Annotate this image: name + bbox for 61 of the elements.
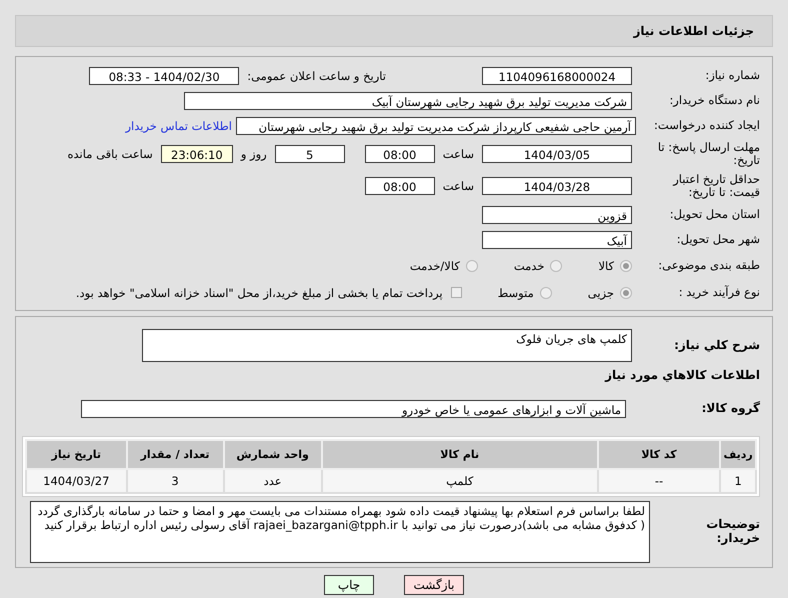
days-label: روز و — [240, 147, 267, 161]
deadline-time-field: 08:00 — [364, 145, 435, 163]
column-header: نام کالا — [322, 440, 598, 469]
radio-label: متوسط — [498, 286, 534, 300]
radio-label: کالا — [598, 258, 614, 272]
field-label: گروه کالا: — [700, 402, 760, 416]
price-validity-time-field: 08:00 — [364, 177, 435, 195]
column-header: واحد شمارش — [224, 440, 322, 469]
back-button[interactable]: بازگشت — [404, 575, 464, 595]
radio-button[interactable] — [620, 260, 632, 272]
field-label: شهر محل تحویل: — [676, 232, 760, 246]
column-header: تعداد / مقدار — [126, 440, 224, 469]
field-label: طبقه بندی موضوعی: — [657, 258, 760, 272]
radio-button[interactable] — [620, 286, 632, 298]
field-label: توضیحات خریدار: — [705, 518, 760, 546]
column-header: تاریخ نیاز — [26, 440, 127, 469]
days-field: 5 — [274, 145, 345, 163]
treasury-label: پرداخت تمام یا بخشی از مبلغ خرید،از محل "اسناد خزانه اسلامی" خواهد بود. — [76, 286, 443, 300]
field-label: شرح کلي نياز: — [673, 338, 760, 352]
table-cell: -- — [598, 469, 720, 493]
radio-label: خدمت — [514, 258, 544, 272]
time-label: ساعت — [442, 179, 474, 193]
radio-button[interactable] — [466, 260, 478, 272]
deadline-date-field: 1404/03/05 — [482, 145, 632, 163]
page-title: جزئیات اطلاعات نیاز — [633, 24, 754, 38]
remaining-time-field: 23:06:10 — [160, 145, 233, 163]
column-header: ردیف — [720, 440, 756, 469]
description-field: کلمپ های جریان فلوک — [142, 329, 632, 362]
table-cell: 1 — [720, 469, 756, 493]
city-field: آبیک — [482, 230, 632, 248]
field-label: استان محل تحویل: — [668, 208, 760, 222]
time-label: ساعت — [442, 147, 474, 161]
section-heading: اطلاعات کالاهاي مورد نياز — [604, 368, 760, 382]
province-field: قزوین — [482, 206, 632, 224]
radio-button[interactable] — [540, 286, 552, 298]
radio-label: کالا/خدمت — [410, 258, 460, 272]
checkbox[interactable] — [450, 287, 462, 298]
buyer-contact-link[interactable]: اطلاعات تماس خریدار — [125, 118, 232, 132]
table-cell: عدد — [224, 469, 322, 493]
field-label: شماره نیاز: — [704, 68, 760, 82]
field-label: ایجاد کننده درخواست: — [653, 118, 760, 132]
field-label: حداقل تاریخ اعتبار قیمت: تا تاریخ: — [672, 172, 760, 200]
print-button[interactable]: چاپ — [324, 575, 374, 595]
goods-group-field: ماشین آلات و ابزارهای عمومی یا خاص خودرو — [81, 400, 626, 418]
field-label: نوع فرآیند خرید : — [678, 286, 760, 300]
table-cell: کلمپ — [322, 469, 598, 493]
price-validity-date-field: 1404/03/28 — [482, 177, 632, 195]
buyer-notes-field: لطفا براساس فرم استعلام بها پیشنهاد قیمت داده شود بهمراه مستندات می بایست مهر و امضا و حتما در سامانه بارگذاری گردد ( کدفوق مشابه می باشد)درصورت نیاز می توانید با rajaei_bazargani@tpph.ir آقای رسولی رئیس اداره ارتباط برقرار کنید — [30, 501, 650, 563]
radio-button[interactable] — [550, 260, 562, 272]
remaining-label: ساعت باقی مانده — [68, 147, 153, 161]
field-label: مهلت ارسال پاسخ: تا تاریخ: — [656, 140, 760, 168]
requester-field: آرمین حاجی شفیعی کارپرداز شرکت مدیریت تولید برق شهید رجایی شهرستان — [236, 116, 636, 134]
field-label: تاریخ و ساعت اعلان عمومی: — [247, 68, 386, 82]
column-header: کد کالا — [598, 440, 720, 469]
field-label: نام دستگاه خریدار: — [668, 94, 760, 108]
need-number-field: 1104096168000024 — [482, 66, 632, 84]
radio-label: جزیی — [588, 286, 614, 300]
table-cell: 3 — [126, 469, 224, 493]
buyer-field: شرکت مدیریت تولید برق شهید رجایی شهرستان آبیک — [184, 92, 632, 110]
announce-date-field: 1404/02/30 - 08:33 — [89, 66, 240, 84]
table-cell: 1404/03/27 — [26, 469, 127, 493]
